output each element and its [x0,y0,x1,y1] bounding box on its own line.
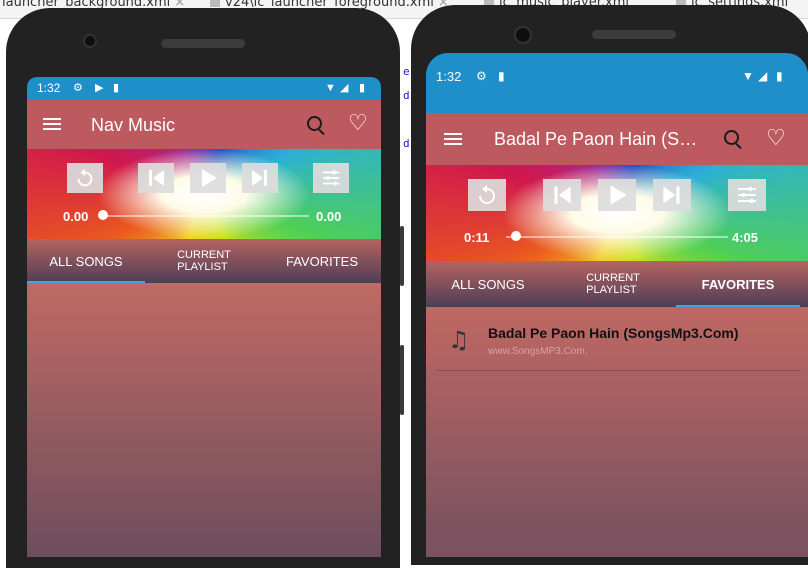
repeat-icon [479,185,495,204]
play-icon [202,169,217,187]
speaker-grille [161,39,245,48]
song-title: Badal Pe Paon Hain (SongsMp3.Com) [488,325,739,341]
search-icon[interactable] [307,116,322,131]
tab-label: CURRENT PLAYLIST [586,272,640,296]
player-panel: 0:11 4:05 [426,165,808,261]
tab-all-songs[interactable]: ALL SONGS [27,239,145,283]
tab-label: ALL SONGS [451,276,525,292]
seek-bar[interactable] [103,215,309,217]
status-bar: 1:32 ⚙ ▶ ▮ ▼ ◢ ▮ [27,77,381,99]
tab-label: FAVORITES [286,253,358,269]
previous-button[interactable] [543,179,581,211]
front-camera [83,34,97,48]
seek-bar[interactable] [506,236,728,238]
song-list: ♫ Badal Pe Paon Hain (SongsMp3.Com) www.… [426,307,808,557]
tab-bar: ALL SONGS CURRENT PLAYLIST FAVORITES [27,239,381,283]
equalizer-icon [322,170,340,186]
page-title: Nav Music [91,115,176,135]
page-title: Badal Pe Paon Hain (SongsMp3.Com) [494,129,704,149]
skip-previous-icon [554,186,571,204]
seek-thumb[interactable] [510,231,521,241]
app-toolbar: Nav Music ♡ [27,99,381,149]
tab-favorites[interactable]: FAVORITES [263,239,381,283]
speaker-grille [592,30,676,39]
tab-favorites[interactable]: FAVORITES [676,261,800,307]
settings-status-icon: ⚙ [476,69,487,83]
wifi-icon: ▼ [742,69,754,83]
app-toolbar: Badal Pe Paon Hain (SongsMp3.Com) ♡ [426,113,808,165]
front-camera [514,26,532,44]
music-note-icon: ♫ [448,326,470,354]
tab-bar: ALL SONGS CURRENT PLAYLIST FAVORITES [426,261,808,307]
song-list [27,283,381,557]
total-time: 0.00 [316,209,342,224]
repeat-icon [77,168,93,187]
phone-screen-left: 1:32 ⚙ ▶ ▮ ▼ ◢ ▮ Nav Music ♡ 0.00 0.00 A… [27,77,381,557]
equalizer-icon [738,187,756,203]
phone-screen-right: 1:32 ⚙ ▮ ▼ ◢ ▮ Badal Pe Paon Hain (Songs… [426,53,808,557]
signal-icon: ◢ [758,69,768,83]
play-button[interactable] [598,179,636,211]
heart-icon[interactable]: ♡ [766,127,786,149]
next-button[interactable] [653,179,691,211]
battery-icon: ▮ [359,82,366,94]
power-button [400,345,404,415]
wifi-icon: ▼ [325,82,336,94]
tab-current-playlist[interactable]: CURRENT PLAYLIST [145,239,263,283]
previous-button[interactable] [138,163,174,193]
sd-card-icon: ▮ [498,69,505,83]
current-time: 0:11 [464,230,490,245]
signal-icon: ◢ [340,82,349,94]
tab-current-playlist[interactable]: CURRENT PLAYLIST [550,261,676,307]
player-panel: 0.00 0.00 [27,149,381,239]
repeat-button[interactable] [67,163,103,193]
next-button[interactable] [242,163,278,193]
status-time: 1:32 [37,81,61,95]
sd-card-icon: ▮ [113,82,120,94]
equalizer-button[interactable] [313,163,349,193]
tab-label: FAVORITES [701,276,775,292]
equalizer-button[interactable] [728,179,766,211]
status-time: 1:32 [436,69,462,84]
tab-label: ALL SONGS [49,253,123,269]
battery-icon: ▮ [776,69,783,83]
total-time: 4:05 [732,230,759,245]
search-icon[interactable] [724,130,739,145]
file-icon [210,0,220,7]
seek-thumb[interactable] [98,210,108,220]
play-icon [610,185,627,205]
heart-icon[interactable]: ♡ [348,112,368,134]
skip-next-icon [663,186,680,204]
list-item[interactable]: ♫ Badal Pe Paon Hain (SongsMp3.Com) www.… [436,316,800,371]
tab-label: CURRENT PLAYLIST [177,249,231,273]
status-bar: 1:32 ⚙ ▮ ▼ ◢ ▮ [426,53,808,113]
tab-all-songs[interactable]: ALL SONGS [426,261,550,307]
song-subtitle: www.SongsMP3.Com, [488,346,588,357]
current-time: 0.00 [63,209,89,224]
menu-icon[interactable] [43,118,61,120]
skip-next-icon [252,170,267,186]
volume-button [400,226,404,286]
repeat-button[interactable] [468,179,506,211]
menu-icon[interactable] [444,133,462,135]
skip-previous-icon [149,170,164,186]
play-store-status-icon: ▶ [95,82,104,94]
play-button[interactable] [190,163,226,193]
settings-status-icon: ⚙ [73,82,83,94]
